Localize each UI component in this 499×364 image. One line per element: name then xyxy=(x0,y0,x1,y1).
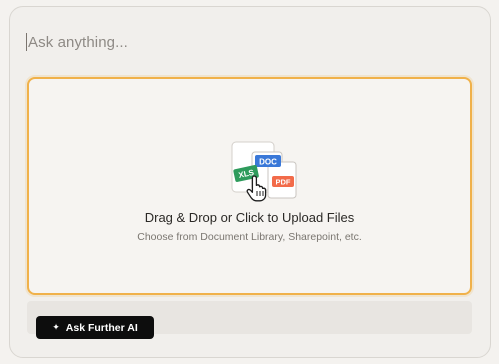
dropzone-title: Drag & Drop or Click to Upload Files xyxy=(144,210,355,225)
sparkle-icon: ✦ xyxy=(52,322,60,332)
ask-further-ai-label: Ask Further AI xyxy=(65,321,138,334)
file-dropzone[interactable]: DOC XLS PDF Drag & Drop or Click to Uplo… xyxy=(27,77,472,295)
prompt-placeholder: Ask anything... xyxy=(28,33,128,51)
prompt-input[interactable]: Ask anything... xyxy=(26,28,466,56)
doc-badge-label: DOC xyxy=(259,158,277,167)
pdf-badge-label: PDF xyxy=(276,178,291,187)
text-caret xyxy=(26,33,27,51)
file-types-icon: DOC XLS PDF xyxy=(231,141,297,202)
page: Ask anything... DOC XLS PDF Drag & Drop … xyxy=(0,0,499,364)
dropzone-subtitle: Choose from Document Library, Sharepoint… xyxy=(137,231,362,243)
ask-further-ai-button[interactable]: ✦ Ask Further AI xyxy=(36,316,154,339)
